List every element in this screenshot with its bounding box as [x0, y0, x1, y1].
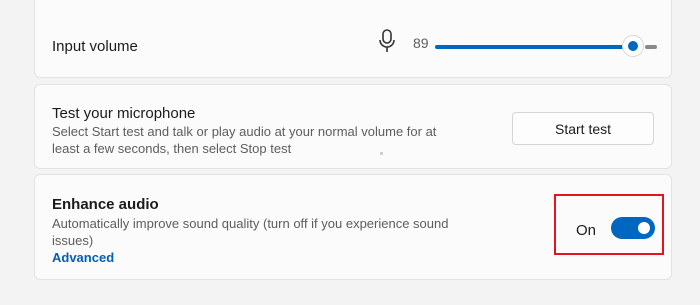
advanced-link[interactable]: Advanced [52, 250, 114, 265]
input-volume-value: 89 [413, 35, 429, 51]
highlight-box [554, 194, 664, 255]
slider-track [645, 45, 657, 49]
divider-dot [380, 152, 383, 155]
start-test-button[interactable]: Start test [512, 112, 654, 145]
slider-thumb[interactable] [622, 35, 644, 57]
microphone-icon [379, 29, 395, 52]
input-volume-card: Input volume 89 [34, 0, 672, 78]
input-volume-label: Input volume [52, 38, 138, 55]
enhance-audio-description: Automatically improve sound quality (tur… [52, 216, 449, 248]
sound-settings-page: Input volume 89 Test your microphone Sel… [0, 0, 700, 305]
mic-test-title: Test your microphone [52, 105, 196, 122]
mic-test-description: Select Start test and talk or play audio… [52, 124, 437, 156]
mic-test-card: Test your microphone Select Start test a… [34, 84, 672, 169]
slider-fill [435, 45, 633, 49]
input-volume-slider[interactable] [435, 35, 657, 57]
enhance-audio-title: Enhance audio [52, 196, 159, 213]
